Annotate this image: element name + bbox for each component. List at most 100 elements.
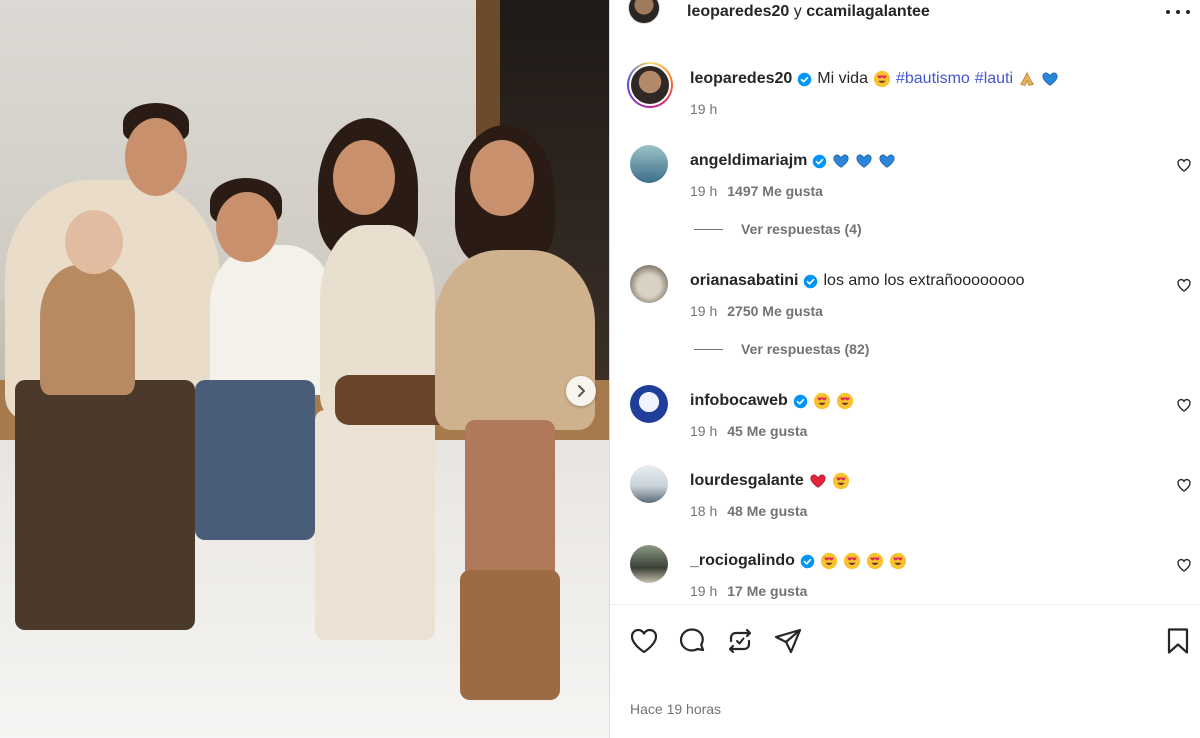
next-photo-button[interactable] <box>566 376 596 406</box>
comment-time: 19 h <box>690 423 718 439</box>
comment-likes[interactable]: 2750 Me gusta <box>727 303 823 319</box>
header-avatar[interactable] <box>628 0 660 24</box>
comment-avatar[interactable] <box>630 545 668 583</box>
header-usernames: leoparedes20 y ccamilagalantee <box>687 3 930 21</box>
header-author[interactable]: leoparedes20 <box>687 3 789 20</box>
heart-eyes-emoji-icon <box>873 70 891 88</box>
verified-badge-icon <box>793 394 808 408</box>
comment-avatar[interactable] <box>630 145 668 183</box>
comment-like-icon[interactable] <box>1176 157 1192 173</box>
save-icon[interactable] <box>1162 625 1194 657</box>
view-replies-button[interactable]: Ver respuestas (4) <box>694 220 862 238</box>
photo-person-woman-head <box>333 140 395 215</box>
comment-time: 18 h <box>690 503 718 519</box>
comment-meta: 19 h 1497 Me gusta <box>690 183 823 199</box>
photo-person-man-legs <box>15 380 195 630</box>
post-timestamp: Hace 19 horas <box>630 701 722 717</box>
comment-line: orianasabatini los amo los extrañooooooo… <box>690 272 1025 290</box>
caption-username[interactable]: leoparedes20 <box>690 70 792 88</box>
comment-like-icon[interactable] <box>1176 397 1192 413</box>
like-icon[interactable] <box>628 625 660 657</box>
heart-eyes-emoji-icon <box>836 392 853 410</box>
comment-time: 19 h <box>690 303 718 319</box>
header-connector: y <box>793 3 802 20</box>
comment-username[interactable]: angeldimariajm <box>690 152 807 170</box>
caption-time: 19 h <box>690 101 718 117</box>
comment-avatar[interactable] <box>630 465 668 503</box>
more-options-icon[interactable] <box>1166 3 1190 21</box>
blue-heart-emoji-icon <box>856 154 872 168</box>
post-action-bar <box>610 604 1200 674</box>
photo-person-girl-boots <box>460 570 560 700</box>
comment-username[interactable]: infobocaweb <box>690 392 788 410</box>
comment-line: lourdesgalante <box>690 472 850 490</box>
comment-like-icon[interactable] <box>1176 477 1192 493</box>
view-replies-button[interactable]: Ver respuestas (82) <box>694 340 869 358</box>
verified-badge-icon <box>813 154 827 168</box>
replies-divider <box>694 228 723 230</box>
comment-likes[interactable]: 48 Me gusta <box>727 503 807 519</box>
blue-heart-emoji-icon <box>1042 72 1058 86</box>
comment-item: orianasabatini los amo los extrañooooooo… <box>610 265 1200 325</box>
share-icon[interactable] <box>772 625 804 657</box>
hashtag-lauti[interactable]: #lauti <box>975 70 1013 88</box>
comment-username[interactable]: lourdesgalante <box>690 472 804 490</box>
comment-item: _rociogalindo 19 h 17 Me gusta <box>610 545 1200 605</box>
post-caption: leoparedes20 Mi vida #bautismo #lauti 19… <box>610 62 1200 122</box>
comment-like-icon[interactable] <box>1176 277 1192 293</box>
comment-line: angeldimariajm <box>690 152 896 170</box>
post-header: leoparedes20 y ccamilagalantee <box>610 0 1200 26</box>
praying-hands-emoji-icon <box>1020 71 1034 86</box>
red-heart-emoji-icon <box>810 474 826 488</box>
view-replies-label: Ver respuestas (82) <box>741 341 870 357</box>
view-replies-label: Ver respuestas (4) <box>741 221 862 237</box>
comment-like-icon[interactable] <box>1176 557 1192 573</box>
comment-likes[interactable]: 45 Me gusta <box>727 423 807 439</box>
heart-eyes-emoji-icon <box>843 552 861 570</box>
comment-item: lourdesgalante 18 h 48 Me gusta <box>610 465 1200 525</box>
post-panel: leoparedes20 y ccamilagalantee leoparede… <box>609 0 1200 738</box>
photo-person-baby-head <box>65 210 123 274</box>
blue-heart-emoji-icon <box>879 154 895 168</box>
hashtag-bautismo[interactable]: #bautismo <box>896 70 970 88</box>
photo-person-man-head <box>125 118 187 196</box>
comment-line: _rociogalindo <box>690 552 907 570</box>
next-arrow-icon <box>578 385 585 397</box>
heart-eyes-emoji-icon <box>832 472 849 490</box>
replies-divider <box>694 348 723 350</box>
verified-badge-icon <box>798 72 812 86</box>
comment-likes[interactable]: 17 Me gusta <box>727 583 807 599</box>
blue-heart-emoji-icon <box>833 154 849 168</box>
heart-eyes-emoji-icon <box>813 392 830 410</box>
comment-meta: 19 h 45 Me gusta <box>690 423 807 439</box>
comment-meta: 19 h 2750 Me gusta <box>690 303 823 319</box>
heart-eyes-emoji-icon <box>820 552 838 570</box>
photo-person-boy-legs <box>195 380 315 540</box>
comment-meta: 19 h 17 Me gusta <box>690 583 807 599</box>
caption-text: Mi vida <box>817 70 868 87</box>
photo-person-boy-head <box>216 192 278 262</box>
repost-icon[interactable] <box>724 625 756 657</box>
comment-likes[interactable]: 1497 Me gusta <box>727 183 823 199</box>
post-photo <box>0 0 609 738</box>
comment-username[interactable]: orianasabatini <box>690 272 798 290</box>
verified-badge-icon <box>804 274 818 288</box>
header-coauthor[interactable]: ccamilagalantee <box>806 3 930 20</box>
comment-icon[interactable] <box>676 625 708 657</box>
comment-item: angeldimariajm 19 h 1497 Me gusta <box>610 145 1200 205</box>
caption-avatar[interactable] <box>627 62 673 108</box>
comment-username[interactable]: _rociogalindo <box>690 552 795 570</box>
comment-text: los amo los extrañoooooooo <box>823 272 1025 289</box>
heart-eyes-emoji-icon <box>866 552 884 570</box>
comment-avatar[interactable] <box>630 265 668 303</box>
comment-line: infobocaweb <box>690 392 854 410</box>
heart-eyes-emoji-icon <box>889 552 907 570</box>
comment-time: 19 h <box>690 583 718 599</box>
photo-person-woman-legs <box>315 410 435 640</box>
photo-person-baby <box>40 265 135 395</box>
comment-time: 19 h <box>690 183 718 199</box>
caption-line: leoparedes20 Mi vida #bautismo #lauti <box>690 70 1059 88</box>
comment-item: infobocaweb 19 h 45 Me gusta <box>610 385 1200 445</box>
comment-avatar[interactable] <box>630 385 668 423</box>
comment-meta: 18 h 48 Me gusta <box>690 503 807 519</box>
